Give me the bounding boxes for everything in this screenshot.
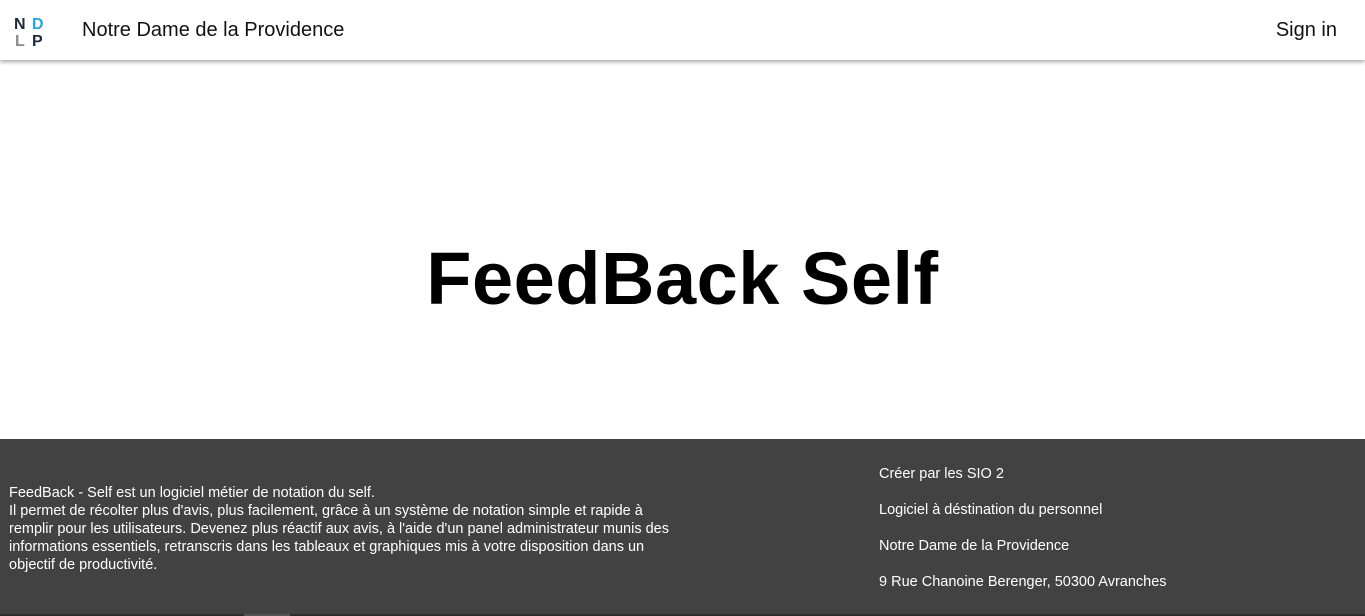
footer-audience: Logiciel à déstination du personnel	[879, 502, 1103, 518]
footer-description-paragraph: Il permet de récolter plus d'avis, plus …	[9, 503, 669, 573]
logo-letter-d: D	[32, 16, 44, 33]
logo-letter-p: P	[32, 33, 43, 47]
footer-credit: Créer par les SIO 2	[879, 466, 1004, 482]
footer-description-line: FeedBack - Self est un logiciel métier d…	[9, 485, 375, 501]
sign-in-link[interactable]: Sign in	[1276, 19, 1337, 42]
footer-info: Créer par les SIO 2 Logiciel à déstinati…	[879, 466, 1167, 610]
footer-address: 9 Rue Chanoine Berenger, 50300 Avranches	[879, 574, 1167, 590]
brand-name[interactable]: Notre Dame de la Providence	[82, 19, 344, 42]
site-footer: FeedBack - Self est un logiciel métier d…	[0, 439, 1365, 616]
ndlp-logo-icon[interactable]: N D L P	[14, 14, 50, 47]
logo-letter-l: L	[15, 33, 25, 47]
top-header: N D L P Notre Dame de la Providence Sign…	[0, 0, 1365, 60]
logo-letter-n: N	[14, 16, 26, 33]
hero-title: FeedBack Self	[426, 237, 939, 320]
footer-school-name: Notre Dame de la Providence	[879, 538, 1070, 554]
footer-description: FeedBack - Self est un logiciel métier d…	[9, 484, 669, 574]
